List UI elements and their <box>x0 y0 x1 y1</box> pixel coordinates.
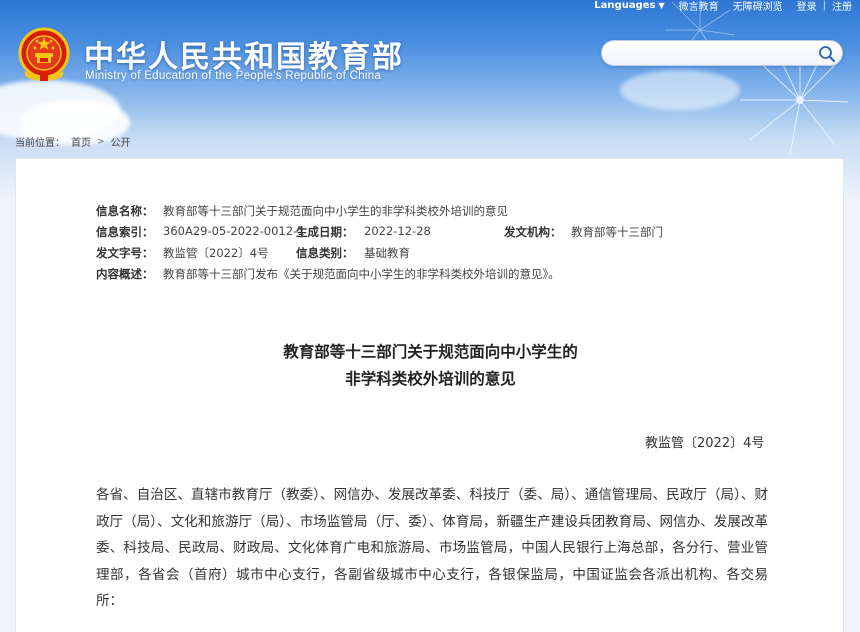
site-title-english: Ministry of Education of the People's Re… <box>85 70 382 82</box>
breadcrumb-prefix: 当前位置： <box>15 138 65 149</box>
breadcrumb: 当前位置： 首页 > 公开 <box>15 134 131 150</box>
info-index-label: 信息索引： <box>96 225 154 239</box>
link-separator: | <box>822 0 826 11</box>
chevron-right-icon: > <box>97 136 105 147</box>
info-index-value: 360A29-05-2022-0012-1 <box>163 224 305 238</box>
languages-menu[interactable]: Languages ▼ <box>594 0 664 11</box>
national-emblem-icon[interactable] <box>18 27 70 83</box>
info-name-label: 信息名称： <box>96 204 154 218</box>
login-link[interactable]: 登录 <box>797 0 817 13</box>
search-icon[interactable] <box>818 45 836 63</box>
caret-down-icon: ▼ <box>658 0 665 10</box>
info-category-label: 信息类别： <box>296 246 354 260</box>
search-box <box>601 40 843 66</box>
info-org-label: 发文机构： <box>504 225 562 239</box>
info-date-value: 2022-12-28 <box>364 224 431 238</box>
breadcrumb-current-link[interactable]: 公开 <box>111 134 131 149</box>
info-name-value: 教育部等十三部门关于规范面向中小学生的非学科类校外培训的意见 <box>163 204 508 218</box>
info-category-value: 基础教育 <box>364 246 410 260</box>
info-summary-value: 教育部等十三部门发布《关于规范面向中小学生的非学科类校外培训的意见》。 <box>163 267 560 281</box>
article-doc-number: 教监管〔2022〕4号 <box>645 436 765 451</box>
info-summary-label: 内容概述： <box>96 267 154 281</box>
weibo-link[interactable]: 微言教育 <box>679 0 719 13</box>
cloud-decoration <box>620 70 740 110</box>
info-docno-label: 发文字号： <box>96 246 154 260</box>
article-title-line1: 教育部等十三部门关于规范面向中小学生的 <box>283 343 578 361</box>
search-input[interactable] <box>612 45 812 61</box>
register-link[interactable]: 注册 <box>832 0 852 13</box>
article-title-line2: 非学科类校外培训的意见 <box>345 370 516 388</box>
article-paragraph: 各省、自治区、直辖市教育厅（教委）、网信办、发展改革委、科技厅（委、局）、通信管… <box>96 487 768 609</box>
info-org-value: 教育部等十三部门 <box>571 225 663 239</box>
content-panel: 信息名称： 教育部等十三部门关于规范面向中小学生的非学科类校外培训的意见 信息索… <box>15 158 844 632</box>
breadcrumb-home-link[interactable]: 首页 <box>71 134 91 149</box>
top-links: Languages ▼ 微言教育 无障碍浏览 登录 | 注册 <box>594 0 852 13</box>
info-date-label: 生成日期： <box>296 225 354 239</box>
accessibility-link[interactable]: 无障碍浏览 <box>733 0 783 13</box>
info-docno-value: 教监管〔2022〕4号 <box>163 246 269 260</box>
